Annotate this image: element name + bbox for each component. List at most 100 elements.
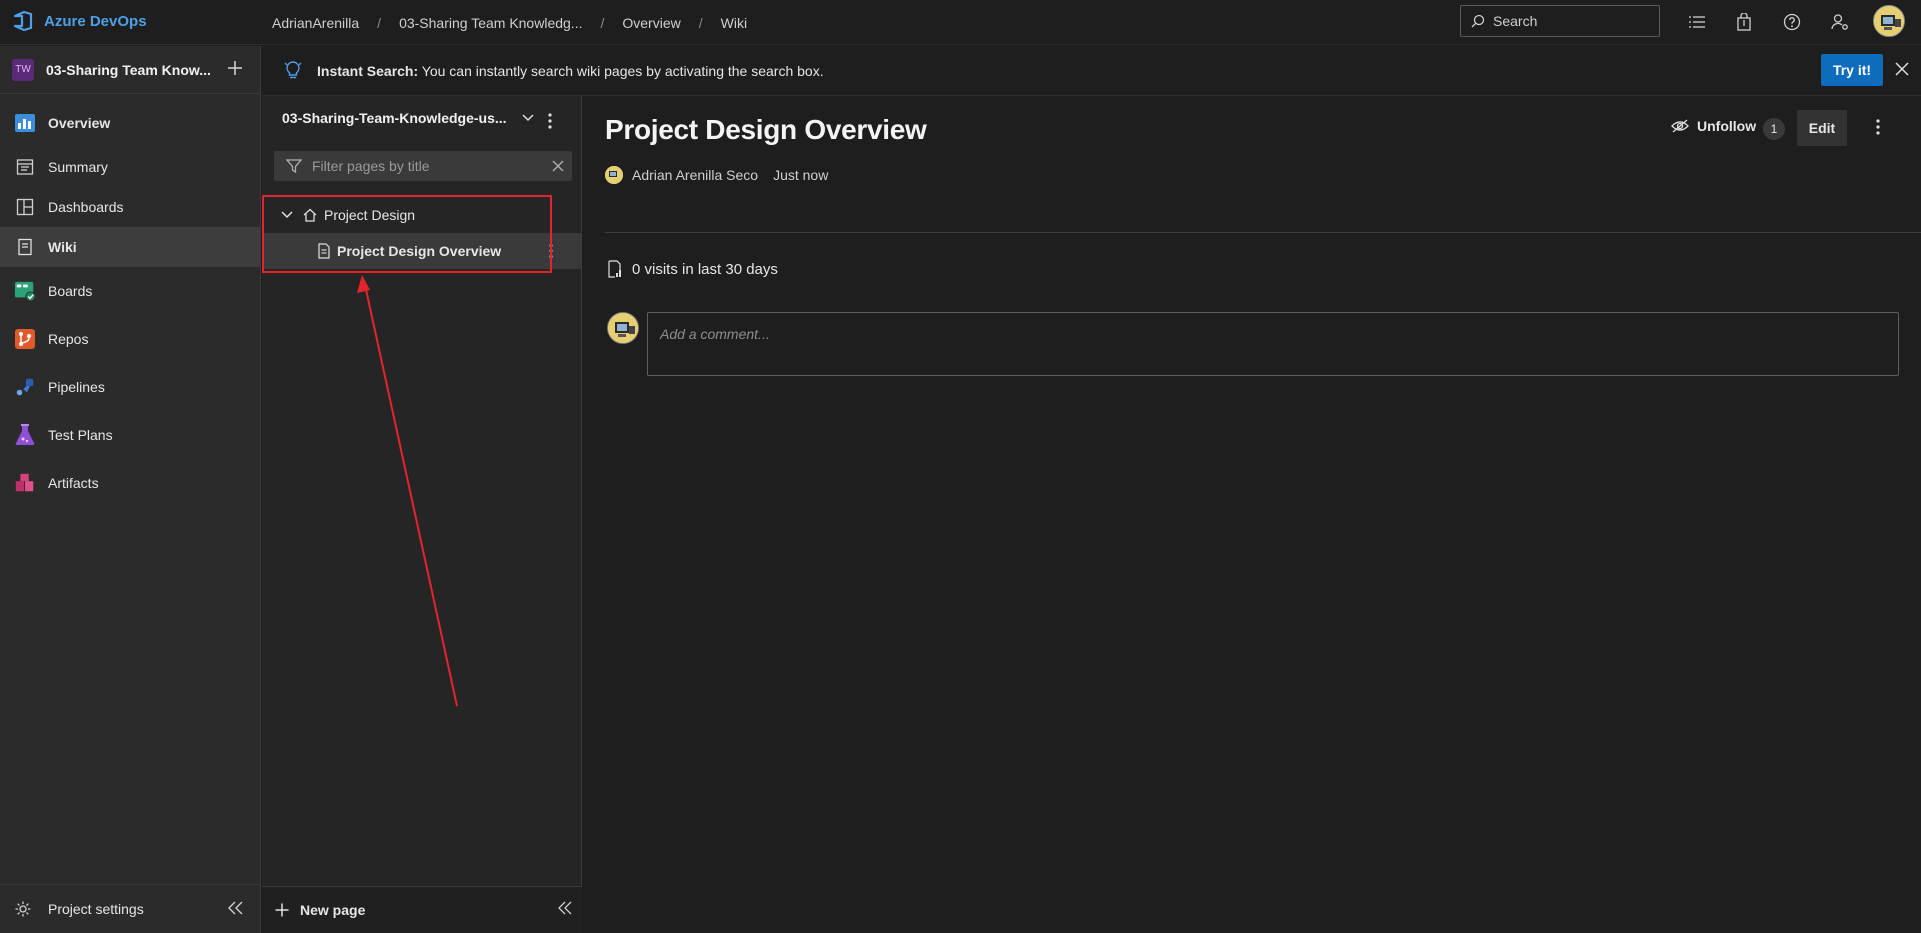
summary-icon xyxy=(14,156,36,178)
top-bar: Azure DevOps AdrianArenilla / 03-Sharing… xyxy=(0,0,1921,45)
dashboards-icon xyxy=(14,196,36,218)
nav-item-label: Summary xyxy=(48,159,108,175)
try-it-button[interactable]: Try it! xyxy=(1821,54,1883,86)
gear-icon xyxy=(14,900,32,918)
help-icon[interactable] xyxy=(1781,11,1803,33)
tree-item-project-design-overview[interactable]: Project Design Overview xyxy=(262,233,582,269)
test-plans-icon xyxy=(14,424,36,446)
page-visits: 0 visits in last 30 days xyxy=(607,260,778,278)
edit-button[interactable]: Edit xyxy=(1797,110,1847,146)
pipelines-icon xyxy=(14,376,36,398)
collapse-nav-icon[interactable] xyxy=(226,900,244,916)
visits-text: 0 visits in last 30 days xyxy=(632,260,778,278)
divider xyxy=(605,232,1921,233)
nav-item-pipelines[interactable]: Pipelines xyxy=(0,367,260,407)
nav-item-label: Dashboards xyxy=(48,199,124,215)
breadcrumb: AdrianArenilla / 03-Sharing Team Knowled… xyxy=(272,0,747,45)
repos-icon xyxy=(14,328,36,350)
user-settings-icon[interactable] xyxy=(1829,11,1851,33)
more-options-icon[interactable] xyxy=(548,243,554,259)
nav-item-boards[interactable]: Boards xyxy=(0,271,260,311)
breadcrumb-separator: / xyxy=(600,14,605,31)
wiki-tree-pane: 03-Sharing-Team-Knowledge-us... Filter p… xyxy=(262,96,582,933)
marketplace-bag-icon[interactable] xyxy=(1733,11,1755,33)
project-settings-label: Project settings xyxy=(48,900,144,917)
banner-title: Instant Search: xyxy=(317,63,419,79)
lightbulb-icon xyxy=(283,60,303,80)
nav-item-overview[interactable]: Overview xyxy=(0,103,260,143)
followers-count-badge: 1 xyxy=(1763,118,1785,140)
nav-item-wiki[interactable]: Wiki xyxy=(0,227,260,267)
page-icon xyxy=(317,243,331,259)
nav-item-label: Wiki xyxy=(48,239,77,255)
wiki-selector[interactable]: 03-Sharing-Team-Knowledge-us... xyxy=(282,110,535,126)
search-icon xyxy=(1471,14,1485,28)
nav-item-artifacts[interactable]: Artifacts xyxy=(0,463,260,503)
nav-item-dashboards[interactable]: Dashboards xyxy=(0,187,260,227)
project-name: 03-Sharing Team Know... xyxy=(46,61,211,78)
project-settings-button[interactable]: Project settings xyxy=(0,884,260,932)
more-options-icon[interactable] xyxy=(547,112,553,130)
commenter-avatar xyxy=(607,312,639,344)
breadcrumb-org[interactable]: AdrianArenilla xyxy=(272,15,359,31)
search-placeholder: Search xyxy=(1493,13,1538,29)
nav-item-label: Boards xyxy=(48,283,93,299)
follow-icon xyxy=(1671,118,1689,134)
clear-filter-icon[interactable] xyxy=(550,158,566,174)
filter-icon xyxy=(286,158,302,174)
new-page-button[interactable]: New page xyxy=(262,886,582,933)
work-items-list-icon[interactable] xyxy=(1686,11,1708,33)
tree-item-project-design[interactable]: Project Design xyxy=(262,197,582,233)
home-icon xyxy=(302,207,318,223)
page-stats-icon xyxy=(607,260,623,278)
last-updated-time: Just now xyxy=(773,167,829,183)
artifacts-icon xyxy=(14,472,36,494)
close-icon[interactable] xyxy=(1894,61,1910,77)
nav-item-label: Artifacts xyxy=(48,475,99,491)
tree-item-label: Project Design xyxy=(324,207,416,223)
user-avatar[interactable] xyxy=(1873,5,1905,37)
wiki-icon xyxy=(14,236,36,258)
page-metadata: Adrian Arenilla Seco Just now xyxy=(605,166,828,184)
project-badge: TW xyxy=(12,58,34,81)
instant-search-banner: Instant Search: You can instantly search… xyxy=(262,46,1921,96)
filter-pages-input[interactable]: Filter pages by title xyxy=(274,151,572,181)
tree-item-label: Project Design Overview xyxy=(337,243,502,259)
wiki-page-content: Project Design Overview Unfollow 1 Edit … xyxy=(583,96,1921,933)
filter-placeholder: Filter pages by title xyxy=(312,158,430,174)
breadcrumb-separator: / xyxy=(698,14,703,31)
boards-icon xyxy=(14,280,36,302)
unfollow-button[interactable]: Unfollow xyxy=(1671,118,1756,134)
overview-icon xyxy=(14,112,36,134)
wiki-name: 03-Sharing-Team-Knowledge-us... xyxy=(282,110,507,126)
nav-item-repos[interactable]: Repos xyxy=(0,319,260,359)
comment-input[interactable]: Add a comment... xyxy=(647,312,1899,376)
breadcrumb-separator: / xyxy=(377,14,382,31)
new-page-label: New page xyxy=(300,902,366,918)
nav-item-label: Test Plans xyxy=(48,427,113,443)
more-options-icon[interactable] xyxy=(1875,118,1881,136)
author-name[interactable]: Adrian Arenilla Seco xyxy=(632,167,758,183)
breadcrumb-overview[interactable]: Overview xyxy=(622,15,680,31)
nav-item-label: Overview xyxy=(48,115,111,131)
chevron-down-icon[interactable] xyxy=(280,210,294,220)
breadcrumb-project[interactable]: 03-Sharing Team Knowledg... xyxy=(399,15,582,31)
nav-item-summary[interactable]: Summary xyxy=(0,147,260,187)
author-avatar xyxy=(605,166,623,184)
brand-name: Azure DevOps xyxy=(44,12,147,30)
project-nav: TW 03-Sharing Team Know... Overview Summ… xyxy=(0,46,261,933)
collapse-tree-icon[interactable] xyxy=(557,901,573,915)
plus-icon xyxy=(274,902,290,918)
plus-icon[interactable] xyxy=(225,58,245,78)
project-header[interactable]: TW 03-Sharing Team Know... xyxy=(0,46,260,94)
global-search-input[interactable]: Search xyxy=(1460,5,1660,37)
azure-devops-logo-icon xyxy=(12,10,34,32)
nav-item-test-plans[interactable]: Test Plans xyxy=(0,415,260,455)
nav-item-label: Pipelines xyxy=(48,379,105,395)
banner-message: Instant Search: You can instantly search… xyxy=(317,63,824,79)
page-title: Project Design Overview xyxy=(605,114,927,145)
brand[interactable]: Azure DevOps xyxy=(12,10,147,32)
breadcrumb-wiki[interactable]: Wiki xyxy=(721,15,747,31)
chevron-down-icon xyxy=(521,113,535,123)
banner-body: You can instantly search wiki pages by a… xyxy=(418,63,824,79)
